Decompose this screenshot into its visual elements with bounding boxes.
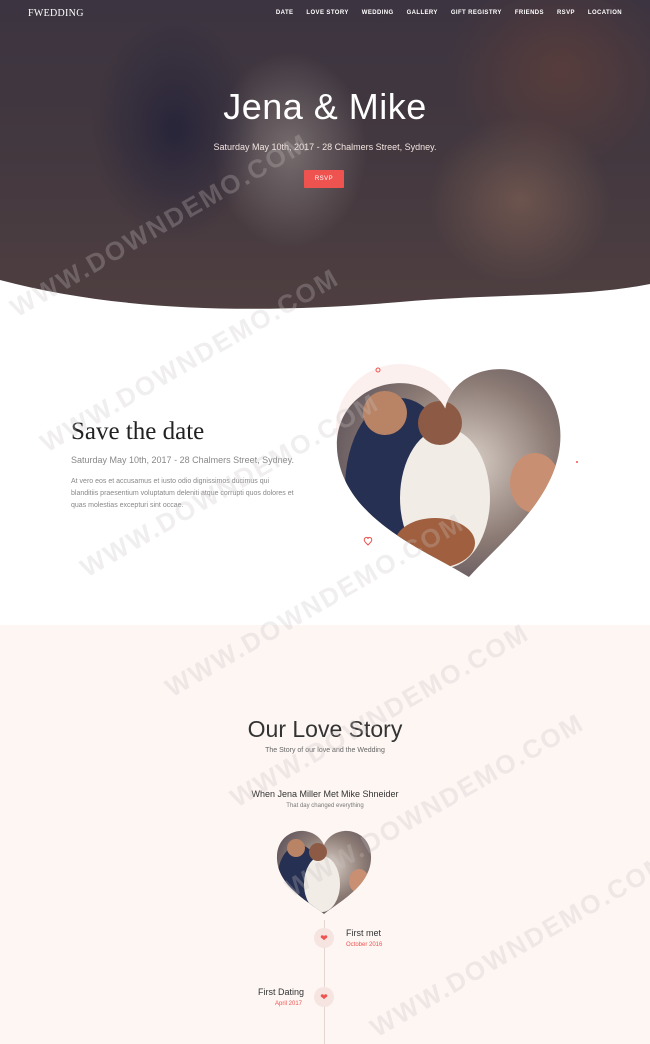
love-story-wave-divider [0, 632, 650, 670]
hero-title: Jena & Mike [223, 86, 427, 127]
heart-icon [363, 536, 373, 546]
nav-friends[interactable]: FRIENDS [515, 10, 544, 16]
brand-logo[interactable]: FWEDDING [28, 8, 84, 19]
heart-icon: ❤ [320, 932, 328, 943]
couple-heart-photo [330, 361, 579, 588]
rsvp-button[interactable]: RSVP [304, 170, 344, 188]
nav-date[interactable]: DATE [276, 10, 294, 16]
save-the-date-title: Save the date [71, 418, 205, 445]
nav-gallery[interactable]: GALLERY [407, 10, 438, 16]
nav-love-story[interactable]: LOVE STORY [306, 10, 348, 16]
met-heading: When Jena Miller Met Mike Shneider [251, 789, 399, 799]
hero-wave-divider [0, 280, 650, 322]
love-story-title: Our Love Story [247, 716, 403, 742]
timeline-item-date: October 2016 [346, 942, 383, 948]
timeline-marker: ❤ [314, 928, 334, 948]
save-the-date-text: At vero eos et accusamus et iusto odio d… [71, 478, 294, 509]
met-subheading: That day changed everything [286, 803, 364, 809]
nav-location[interactable]: LOCATION [588, 10, 622, 16]
love-story-subtitle: The Story of our love and the Wedding [265, 747, 385, 754]
nav-wedding[interactable]: WEDDING [362, 10, 394, 16]
heart-icon: ❤ [320, 991, 328, 1002]
hero-subtitle: Saturday May 10th, 2017 - 28 Chalmers St… [213, 142, 437, 152]
timeline-item-title: First met [346, 928, 381, 938]
main-nav: DATE LOVE STORY WEDDING GALLERY GIFT REG… [276, 10, 622, 16]
nav-gift-registry[interactable]: GIFT REGISTRY [451, 10, 502, 16]
nav-rsvp[interactable]: RSVP [557, 10, 575, 16]
couple-heart-photo-small [276, 830, 372, 915]
timeline-item-date: April 2017 [275, 1001, 303, 1007]
save-the-date-info: Saturday May 10th, 2017 - 28 Chalmers St… [71, 455, 294, 465]
timeline-marker: ❤ [314, 987, 334, 1007]
timeline-item-title: First Dating [258, 987, 305, 997]
